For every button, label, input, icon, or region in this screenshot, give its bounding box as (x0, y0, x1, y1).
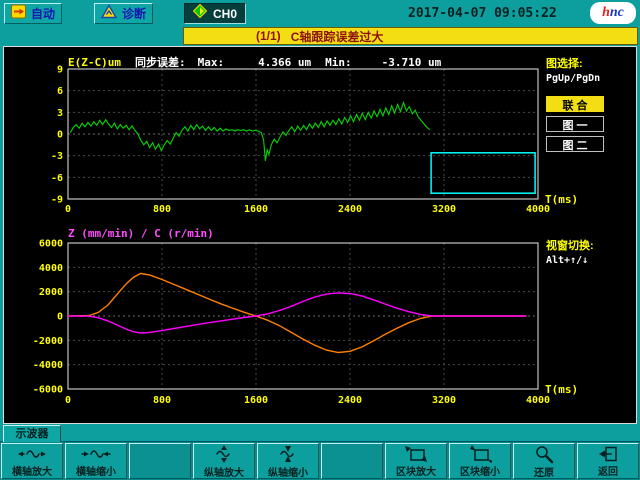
series-Z-speed (68, 273, 526, 352)
top-bar: 自动 诊断 CH0 2017-04-07 09:05:22 hnc (0, 0, 640, 27)
block-zoom-in-button[interactable]: 区块放大 (385, 443, 447, 479)
horizontal-zoom-in-icon (17, 444, 47, 463)
diagnosis-button[interactable]: 诊断 (94, 3, 153, 24)
svg-text:0: 0 (65, 204, 71, 215)
chart-select-keys-hint: PgUp/PgDn (546, 73, 634, 84)
oscilloscope-panel: E(Z-C)um同步误差:Max:4.366 umMin:-3.710 um 0… (3, 46, 637, 424)
svg-text:3: 3 (57, 108, 63, 119)
softkey-label: 纵轴放大 (204, 464, 244, 479)
hnc-logo: hnc (590, 2, 636, 24)
window-switch-panel: 视窗切换: Alt+↑/↓ (546, 237, 634, 266)
svg-text:0: 0 (65, 395, 71, 406)
sync-error-chart[interactable]: 080016002400320040009630-3-6-9T(ms) (8, 65, 600, 227)
svg-text:2400: 2400 (338, 204, 362, 215)
svg-text:6: 6 (57, 86, 63, 97)
time-axis-label: T(ms) (545, 193, 578, 206)
chart-select-title: 图选择: (546, 55, 634, 71)
series-C-speed (68, 293, 526, 333)
hzoom-out-button[interactable]: 横轴缩小 (65, 443, 127, 479)
channel-icon (193, 4, 207, 23)
chart-select-chart2[interactable]: 图 二 (546, 136, 604, 152)
vertical-zoom-in-icon (213, 444, 235, 464)
chart-select-panel: 图选择: PgUp/PgDn 联 合图 一图 二 (546, 55, 634, 152)
alarm-message-strip: (1/1) C轴跟踪误差过大 (183, 27, 638, 45)
series-sync-error (70, 103, 430, 161)
softkey-label: 横轴缩小 (76, 463, 116, 478)
softkey-label: 横轴放大 (12, 463, 52, 478)
svg-text:1600: 1600 (244, 204, 268, 215)
softkey-label: 区块放大 (396, 463, 436, 478)
svg-text:2000: 2000 (39, 287, 63, 298)
channel-indicator[interactable]: CH0 (184, 3, 246, 24)
tab-row: 示波器 (0, 424, 640, 442)
cnc-screen: 自动 诊断 CH0 2017-04-07 09:05:22 hnc (1/1) … (0, 0, 640, 480)
svg-text:3200: 3200 (432, 395, 456, 406)
svg-text:1600: 1600 (244, 395, 268, 406)
svg-text:-9: -9 (51, 195, 63, 206)
svg-text:-6000: -6000 (33, 385, 63, 396)
auto-mode-button[interactable]: 自动 (4, 3, 62, 24)
selection-box[interactable] (431, 153, 535, 193)
tab-oscilloscope[interactable]: 示波器 (3, 425, 61, 442)
svg-text:-6: -6 (51, 173, 63, 184)
auto-mode-icon (11, 4, 26, 24)
vzoom-out-button[interactable]: 纵轴缩小 (257, 443, 319, 479)
speed-chart[interactable]: 0 800 1600 2400 3200 4000 6000 4000 2000 0 -2000 -4… (8, 239, 600, 419)
chart-select-chart1[interactable]: 图 一 (546, 116, 604, 132)
svg-text:-4000: -4000 (33, 360, 63, 371)
softkey-label: 还原 (534, 464, 554, 479)
return-icon (597, 444, 619, 463)
back-button[interactable]: 返回 (577, 443, 639, 479)
svg-text:6000: 6000 (39, 239, 63, 250)
softkey-empty-1 (129, 443, 191, 479)
block-zoom-in-icon (404, 444, 428, 463)
restore-icon (534, 444, 554, 464)
diagnosis-label: 诊断 (122, 5, 146, 22)
chart-select-menu: 联 合图 一图 二 (546, 96, 634, 152)
vzoom-in-button[interactable]: 纵轴放大 (193, 443, 255, 479)
svg-text:3200: 3200 (432, 204, 456, 215)
chart-select-combined[interactable]: 联 合 (546, 96, 604, 112)
softkey-label: 纵轴缩小 (268, 464, 308, 479)
restore-button[interactable]: 还原 (513, 443, 575, 479)
warning-triangle-icon (101, 4, 117, 24)
svg-text:0: 0 (57, 130, 63, 141)
svg-text:4000: 4000 (39, 263, 63, 274)
window-switch-title: 视窗切换: (546, 237, 634, 253)
horizontal-zoom-out-icon (81, 444, 111, 463)
alarm-bar: (1/1) C轴跟踪误差过大 (0, 27, 640, 46)
window-switch-keys-hint: Alt+↑/↓ (546, 255, 634, 266)
auto-mode-label: 自动 (31, 5, 55, 22)
datetime-display: 2017-04-07 09:05:22 (408, 6, 557, 21)
svg-text:2400: 2400 (338, 395, 362, 406)
svg-text:4000: 4000 (526, 395, 550, 406)
time-axis-label: T(ms) (545, 383, 578, 396)
block-zoom-out-icon (468, 444, 492, 463)
svg-text:-2000: -2000 (33, 336, 63, 347)
softkey-label: 区块缩小 (460, 463, 500, 478)
svg-text:800: 800 (153, 395, 171, 406)
softkey-bar: 横轴放大 横轴缩小 纵轴放大 纵轴缩小 区块放大 区块缩小 还原 返回 (0, 442, 640, 480)
softkey-label: 返回 (598, 463, 618, 478)
softkey-empty-2 (321, 443, 383, 479)
alarm-message: C轴跟踪误差过大 (291, 28, 384, 45)
block-zoom-out-button[interactable]: 区块缩小 (449, 443, 511, 479)
svg-text:0: 0 (57, 312, 63, 323)
svg-text:800: 800 (153, 204, 171, 215)
channel-label: CH0 (213, 7, 237, 21)
svg-text:9: 9 (57, 65, 63, 76)
svg-text:-3: -3 (51, 151, 63, 162)
vertical-zoom-out-icon (277, 444, 299, 464)
alarm-index: (1/1) (256, 29, 281, 43)
hzoom-in-button[interactable]: 横轴放大 (1, 443, 63, 479)
